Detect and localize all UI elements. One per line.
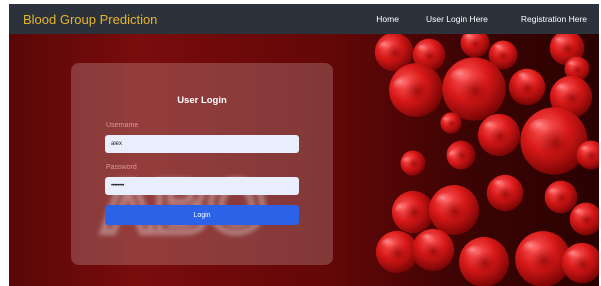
nav-registration-link[interactable]: Registration Here xyxy=(521,14,587,24)
login-button[interactable]: Login xyxy=(105,205,299,225)
top-navbar: Blood Group Prediction Home User Login H… xyxy=(9,4,599,34)
hero-section: ABO xyxy=(9,34,599,286)
nav-user-login-link[interactable]: User Login Here xyxy=(426,14,488,24)
password-label: Password xyxy=(106,164,137,171)
login-card: User Login Username Password Login xyxy=(71,63,333,265)
nav-links: Home User Login Here Registration Here xyxy=(376,14,599,24)
username-input[interactable] xyxy=(105,135,299,153)
brand-title[interactable]: Blood Group Prediction xyxy=(23,12,157,27)
login-title: User Login xyxy=(177,95,227,106)
password-input[interactable] xyxy=(105,177,299,195)
blood-cells-cluster xyxy=(371,34,599,286)
nav-home-link[interactable]: Home xyxy=(376,14,399,24)
username-label: Username xyxy=(106,122,139,129)
